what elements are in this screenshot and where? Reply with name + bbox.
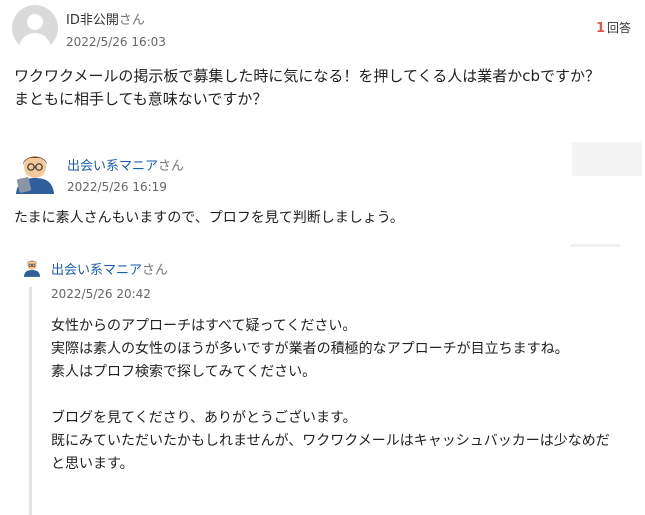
reply-author-name[interactable]: 出会い系マニア bbox=[51, 263, 142, 278]
answer-author-honorific: さん bbox=[158, 159, 185, 174]
reply-author-honorific: さん bbox=[142, 263, 169, 278]
answer-action-button[interactable] bbox=[572, 142, 642, 176]
question-date: 2022/5/26 16:03 bbox=[66, 35, 166, 49]
question-author-name[interactable]: ID非公開 bbox=[66, 13, 119, 28]
answer-date: 2022/5/26 16:19 bbox=[67, 180, 167, 194]
question-author-honorific: さん bbox=[118, 13, 145, 28]
answer-count-label: 回答 bbox=[606, 21, 631, 35]
answer-count[interactable]: 1 回答 bbox=[596, 19, 631, 36]
thread-line bbox=[29, 287, 32, 515]
default-user-avatar-icon bbox=[18, 14, 52, 51]
reply-date: 2022/5/26 20:42 bbox=[51, 287, 151, 301]
reply-body: 女性からのアプローチはすべて疑ってください。 実際は素人の女性のほうが多いですが… bbox=[51, 318, 610, 472]
answer-body: たまに素人さんもいますので、プロフを見て判断しましょう。 bbox=[14, 210, 404, 226]
answer-count-number: 1 bbox=[595, 21, 605, 36]
cartoon-man-with-tablet-avatar-icon bbox=[23, 260, 41, 277]
reply-author: 出会い系マニアさん bbox=[51, 259, 168, 278]
divider bbox=[570, 244, 620, 247]
answer-avatar[interactable] bbox=[14, 148, 56, 194]
question-author: ID非公開さん bbox=[66, 9, 145, 28]
cartoon-man-with-tablet-avatar-icon bbox=[16, 156, 54, 194]
question-avatar bbox=[12, 5, 58, 51]
answer-author: 出会い系マニアさん bbox=[67, 155, 184, 174]
question-body: ワクワクメールの掲示板で募集した時に気になる！を押してくる人は業者かcbですか？… bbox=[14, 67, 600, 108]
answer-author-name[interactable]: 出会い系マニア bbox=[67, 159, 158, 174]
reply-avatar[interactable] bbox=[23, 257, 41, 277]
